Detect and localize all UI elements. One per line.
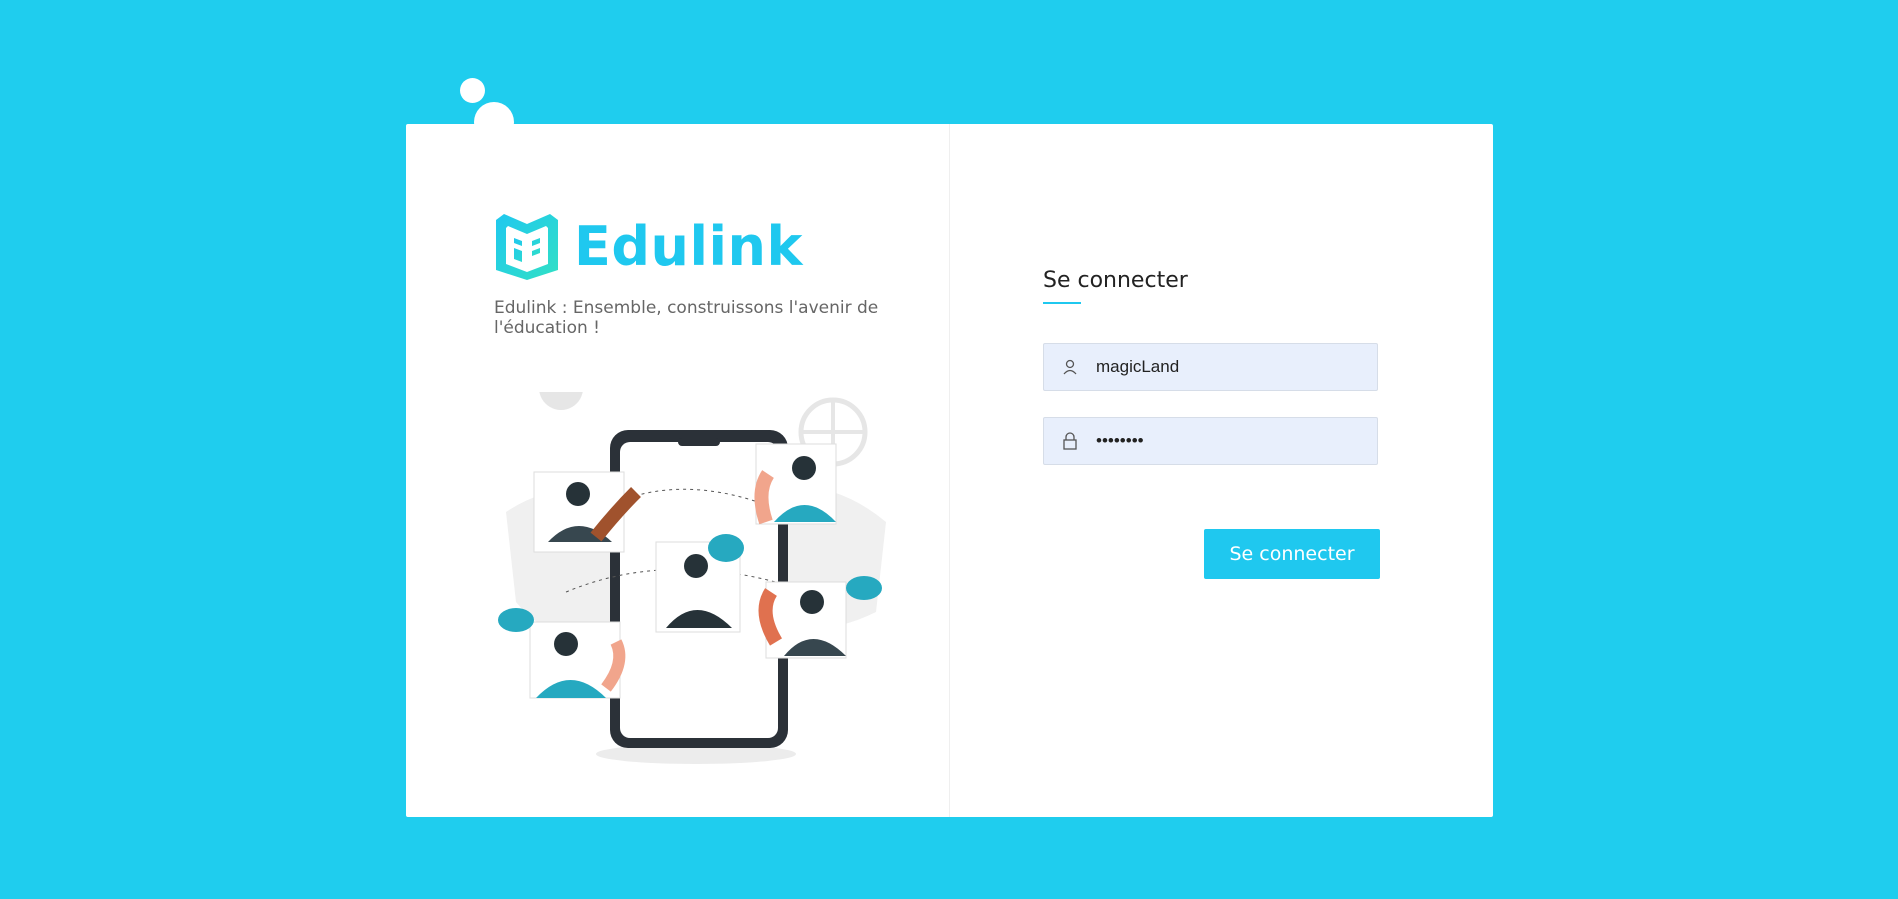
- lock-icon: [1044, 432, 1096, 450]
- login-title: Se connecter: [1043, 268, 1188, 293]
- decor-bubble-small: [460, 78, 485, 103]
- username-input[interactable]: [1096, 357, 1377, 377]
- password-field[interactable]: [1043, 417, 1378, 465]
- login-button[interactable]: Se connecter: [1204, 529, 1380, 579]
- login-form: Se connecter Se connecter: [406, 124, 1493, 817]
- user-icon: [1044, 359, 1096, 375]
- password-input[interactable]: [1096, 431, 1377, 451]
- title-underline: [1043, 302, 1081, 304]
- username-field[interactable]: [1043, 343, 1378, 391]
